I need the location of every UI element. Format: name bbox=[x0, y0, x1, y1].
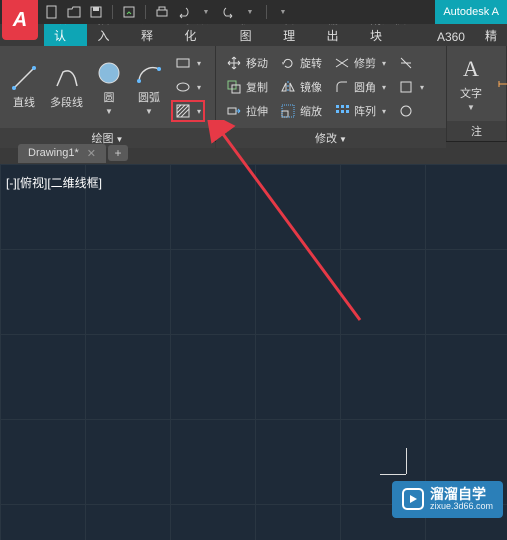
stretch-icon bbox=[226, 103, 242, 119]
saveas-icon[interactable] bbox=[121, 4, 137, 20]
file-tab-active[interactable]: Drawing1* ✕ bbox=[18, 144, 106, 163]
copy-icon bbox=[226, 79, 242, 95]
undo-icon[interactable] bbox=[176, 4, 192, 20]
watermark: 溜溜自学 zixue.3d66.com bbox=[392, 481, 503, 518]
tool-polyline[interactable]: 多段线 bbox=[44, 60, 89, 114]
app-title: Autodesk A bbox=[435, 0, 507, 24]
panel-draw: 直线 多段线 圆 ▼ 圆弧 ▼ ▾ ▾ ▾ 绘图▼ bbox=[0, 46, 216, 141]
trim-icon bbox=[334, 55, 350, 71]
tool-fillet[interactable]: 圆角▾ bbox=[330, 76, 390, 98]
hatch-icon bbox=[175, 103, 191, 119]
extra-icon bbox=[398, 55, 414, 71]
tool-circle[interactable]: 圆 ▼ bbox=[89, 55, 129, 120]
tool-mirror[interactable]: 镜像 bbox=[276, 76, 326, 98]
ribbon-tabs: 默认 插入 注释 参数化 视图 管理 输出 附加模块 A360 精 bbox=[0, 24, 507, 46]
tool-copy[interactable]: 复制 bbox=[222, 76, 272, 98]
tab-a360[interactable]: A360 bbox=[427, 28, 475, 46]
rect-icon bbox=[175, 55, 191, 71]
mirror-icon bbox=[280, 79, 296, 95]
panel-modify-title[interactable]: 修改▼ bbox=[216, 128, 446, 148]
array-icon bbox=[334, 103, 350, 119]
ellipse-icon bbox=[175, 79, 191, 95]
text-icon: A bbox=[457, 55, 485, 83]
chevron-down-icon: ▼ bbox=[145, 107, 153, 116]
tool-array[interactable]: 阵列▾ bbox=[330, 100, 390, 122]
tool-scale[interactable]: 缩放 bbox=[276, 100, 326, 122]
chevron-down-icon: ▼ bbox=[467, 103, 475, 112]
tool-extra2[interactable]: ▾ bbox=[394, 76, 428, 98]
app-logo[interactable]: A bbox=[2, 0, 38, 40]
tool-rotate[interactable]: 旋转 bbox=[276, 52, 326, 74]
tool-hatch-highlighted[interactable]: ▾ bbox=[171, 100, 205, 122]
close-icon[interactable]: ✕ bbox=[87, 147, 96, 160]
new-icon[interactable] bbox=[44, 4, 60, 20]
tool-arc[interactable]: 圆弧 ▼ bbox=[129, 55, 169, 120]
open-icon[interactable] bbox=[66, 4, 82, 20]
tab-precision[interactable]: 精 bbox=[475, 25, 507, 46]
line-icon bbox=[10, 64, 38, 92]
panel-annotation: A 文字 ▼ 注 bbox=[447, 46, 507, 141]
tool-trim[interactable]: 修剪▾ bbox=[330, 52, 390, 74]
play-icon bbox=[402, 488, 424, 510]
tool-dim[interactable] bbox=[493, 73, 507, 95]
plot-icon[interactable] bbox=[154, 4, 170, 20]
tool-text[interactable]: A 文字 ▼ bbox=[451, 51, 491, 116]
tool-line[interactable]: 直线 bbox=[4, 60, 44, 114]
circle-icon bbox=[95, 59, 123, 87]
tool-move[interactable]: 移动 bbox=[222, 52, 272, 74]
new-tab-button[interactable]: + bbox=[108, 145, 128, 161]
qat-more-icon[interactable]: ▼ bbox=[275, 4, 291, 20]
dropdown-icon[interactable]: ▼ bbox=[198, 4, 214, 20]
ribbon: 直线 多段线 圆 ▼ 圆弧 ▼ ▾ ▾ ▾ 绘图▼ bbox=[0, 46, 507, 142]
chevron-down-icon: ▼ bbox=[105, 107, 113, 116]
move-icon bbox=[226, 55, 242, 71]
quick-access-toolbar: ▼ ▼ ▼ bbox=[44, 4, 291, 20]
panel-modify: 移动 复制 拉伸 旋转 镜像 缩放 修剪▾ 圆角▾ 阵列▾ ▾ 修改▼ bbox=[216, 46, 447, 141]
rotate-icon bbox=[280, 55, 296, 71]
save-icon[interactable] bbox=[88, 4, 104, 20]
cursor-crosshair bbox=[380, 474, 406, 475]
tool-extra3[interactable] bbox=[394, 100, 428, 122]
redo-icon[interactable] bbox=[220, 4, 236, 20]
arc-icon bbox=[135, 59, 163, 87]
fillet-icon bbox=[334, 79, 350, 95]
tool-stretch[interactable]: 拉伸 bbox=[222, 100, 272, 122]
panel-annotation-title[interactable]: 注 bbox=[447, 121, 506, 141]
tool-rect[interactable]: ▾ bbox=[171, 52, 205, 74]
viewport-label[interactable]: [-][俯视][二维线框] bbox=[6, 174, 102, 191]
dim-icon bbox=[497, 76, 507, 92]
scale-icon bbox=[280, 103, 296, 119]
extra-icon bbox=[398, 79, 414, 95]
tool-extra1[interactable] bbox=[394, 52, 428, 74]
extra-icon bbox=[398, 103, 414, 119]
polyline-icon bbox=[53, 64, 81, 92]
dropdown-icon[interactable]: ▼ bbox=[242, 4, 258, 20]
cursor-crosshair bbox=[406, 448, 407, 474]
titlebar: A ▼ ▼ ▼ Autodesk A bbox=[0, 0, 507, 24]
tool-ellipse[interactable]: ▾ bbox=[171, 76, 205, 98]
